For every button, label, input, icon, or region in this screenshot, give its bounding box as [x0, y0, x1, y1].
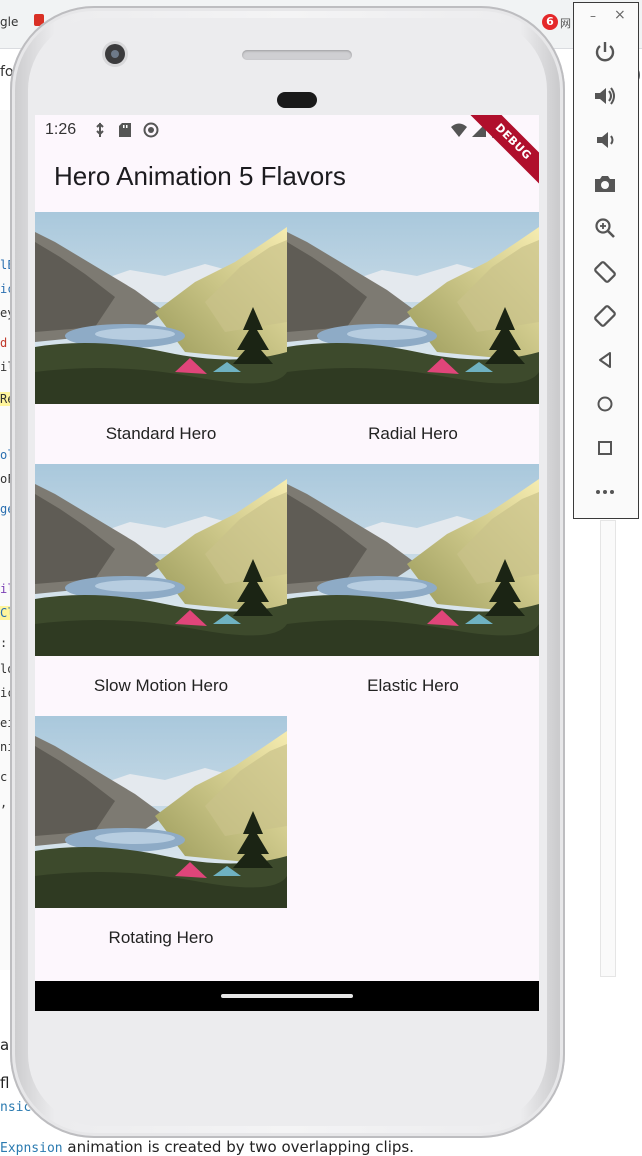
volume-down-icon[interactable]	[592, 127, 618, 153]
sync-icon	[143, 122, 159, 138]
doc-text-f: fl	[0, 1074, 10, 1092]
navigation-bar	[35, 981, 539, 1011]
hero-tile-rotating[interactable]: Rotating Hero	[35, 716, 287, 968]
volume-up-icon[interactable]	[592, 83, 618, 109]
hero-tile-standard[interactable]: Standard Hero	[35, 212, 287, 464]
rotate-left-icon[interactable]	[592, 259, 618, 285]
more-icon[interactable]	[592, 479, 618, 505]
landscape-image[interactable]	[287, 212, 539, 404]
overview-icon[interactable]	[592, 435, 618, 461]
landscape-image[interactable]	[35, 716, 287, 908]
camera-icon[interactable]	[592, 171, 618, 197]
proximity-sensor	[277, 92, 317, 108]
earpiece-speaker	[242, 50, 352, 60]
browser-tab-text[interactable]: gle	[0, 15, 18, 29]
front-camera-icon	[105, 44, 125, 64]
landscape-image[interactable]	[35, 464, 287, 656]
tile-label: Standard Hero	[105, 424, 217, 443]
wifi-icon	[451, 123, 467, 137]
hero-tile-elastic[interactable]: Elastic Hero	[287, 464, 539, 716]
tile-label: Radial Hero	[368, 424, 458, 443]
landscape-image[interactable]	[35, 212, 287, 404]
minimize-button[interactable]: –	[590, 9, 596, 23]
tile-label: Slow Motion Hero	[93, 676, 229, 695]
device-screen: 1:26 Hero Animation 5 Flavors DEBUG Stan…	[35, 115, 539, 1011]
close-button[interactable]: ×	[614, 7, 626, 23]
tile-label: Rotating Hero	[108, 928, 214, 947]
code-fragment: :	[0, 636, 8, 650]
hero-tile-radial[interactable]: Radial Hero	[287, 212, 539, 464]
code-fragment: ,	[0, 796, 8, 810]
status-time: 1:26	[45, 121, 77, 138]
browser-extension-text[interactable]: 网	[560, 15, 571, 31]
doc-sentence-text: animation is created by two overlapping …	[62, 1138, 414, 1156]
page-title: Hero Animation 5 Flavors	[54, 161, 346, 191]
sd-card-icon	[119, 123, 131, 137]
zoom-icon[interactable]	[592, 215, 618, 241]
status-bar: 1:26	[35, 115, 539, 145]
usb-debug-icon	[96, 122, 104, 137]
tile-label: Elastic Hero	[367, 676, 459, 695]
code-fragment: c	[0, 770, 8, 784]
code-fragment: d	[0, 336, 8, 350]
power-icon[interactable]	[592, 39, 618, 65]
hero-tile-slow-motion[interactable]: Slow Motion Hero	[35, 464, 287, 716]
rotate-right-icon[interactable]	[592, 303, 618, 329]
home-gesture-handle[interactable]	[221, 994, 353, 998]
emulator-toolbar: – ×	[573, 2, 639, 519]
netease-badge-icon[interactable]: 6	[542, 14, 558, 30]
landscape-image[interactable]	[287, 464, 539, 656]
doc-text-a: a	[0, 1036, 10, 1054]
doc-sentence: Expnsion animation is created by two ove…	[0, 1138, 414, 1156]
side-panel	[600, 520, 616, 977]
home-icon[interactable]	[592, 391, 618, 417]
doc-inline-code: Expnsion	[0, 1141, 63, 1156]
back-icon[interactable]	[592, 347, 618, 373]
